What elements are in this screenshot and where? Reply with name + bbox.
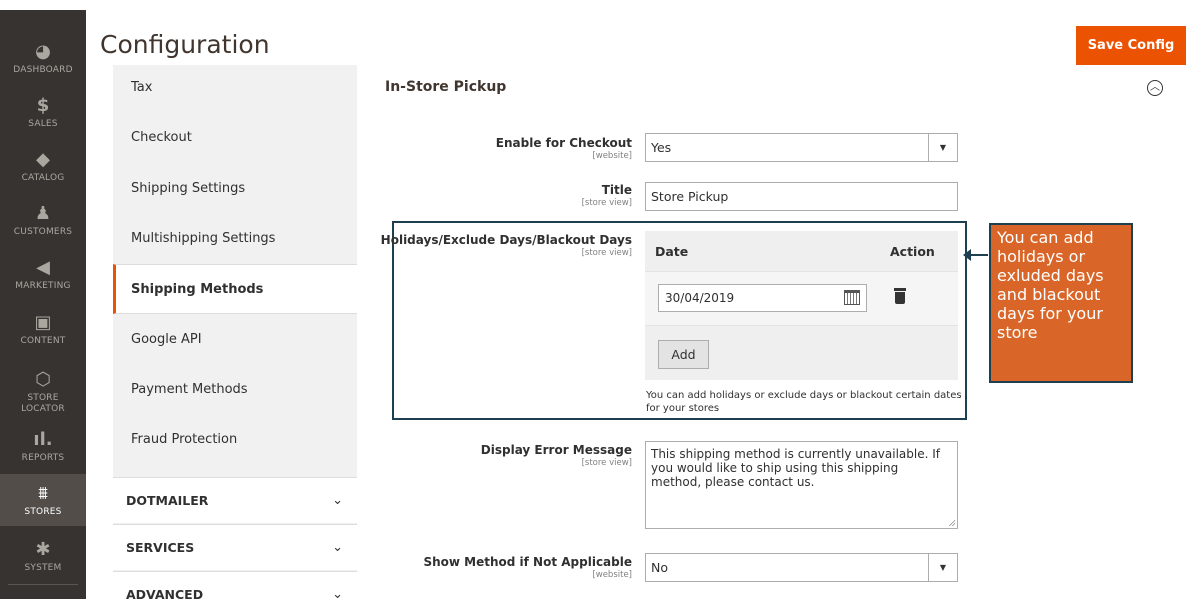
dashboard-icon: ◕ (35, 41, 51, 62)
save-config-button[interactable]: Save Config (1076, 26, 1186, 65)
nav-item-stores[interactable]: ⩩ STORES (0, 474, 86, 526)
holidays-label: Holidays/Exclude Days/Blackout Days (380, 233, 632, 247)
tab-multishipping-settings[interactable]: Multishipping Settings (113, 214, 357, 264)
title-label: Title (601, 183, 632, 197)
hexagon-icon: ⬡ (35, 369, 51, 390)
tab-tax[interactable]: Tax (113, 65, 357, 110)
scope-label: [store view] (581, 198, 632, 208)
nav-item-content[interactable]: ▣ CONTENT (0, 313, 86, 353)
error-message-label: Display Error Message (480, 443, 632, 457)
group-dotmailer[interactable]: DOTMAILER ⌄ (113, 477, 357, 523)
tab-checkout[interactable]: Checkout (113, 113, 357, 163)
scope-label: [website] (592, 570, 632, 580)
column-header-action: Action (890, 244, 935, 259)
scope-label: [website] (592, 151, 632, 161)
tab-fraud-protection[interactable]: Fraud Protection (113, 415, 357, 465)
show-method-label: Show Method if Not Applicable (423, 555, 632, 569)
content-icon: ▣ (34, 312, 52, 333)
title-input[interactable]: Store Pickup (645, 182, 958, 211)
table-row: 30/04/2019 (645, 271, 958, 326)
enable-checkout-select[interactable]: Yes ▼ (645, 133, 958, 162)
store-icon: ⩩ (38, 483, 48, 504)
dropdown-arrow-icon: ▼ (928, 554, 957, 581)
holidays-note: You can add holidays or exclude days or … (646, 390, 962, 414)
nav-item-catalog[interactable]: ◆ CATALOG (0, 150, 86, 190)
nav-item-sales[interactable]: $ SALES (0, 96, 86, 136)
nav-item-dashboard[interactable]: ◕ DASHBOARD (0, 42, 86, 82)
holidays-table: Date Action 30/04/2019 Add (645, 231, 958, 380)
collapse-icon[interactable]: ︿ (1147, 80, 1163, 96)
error-message-textarea[interactable]: This shipping method is currently unavai… (645, 441, 958, 529)
dollar-icon: $ (36, 95, 50, 116)
tab-payment-methods[interactable]: Payment Methods (113, 365, 357, 415)
group-advanced[interactable]: ADVANCED ⌄ (113, 571, 357, 599)
arrow-left-icon (963, 249, 971, 261)
calendar-icon[interactable] (844, 290, 860, 305)
page-title: Configuration (100, 30, 270, 59)
nav-item-reports[interactable]: ıl. REPORTS (0, 430, 86, 470)
date-input[interactable]: 30/04/2019 (658, 284, 867, 312)
admin-sidebar: ◕ DASHBOARD $ SALES ◆ CATALOG ♟ CUSTOMER… (0, 0, 86, 599)
chevron-down-icon: ⌄ (332, 540, 343, 555)
annotation-callout: You can add holidays or exluded days and… (989, 223, 1133, 383)
nav-item-marketing[interactable]: ◀ MARKETING (0, 258, 86, 298)
nav-item-store-locator[interactable]: ⬡ STORE LOCATOR (0, 370, 86, 418)
resize-handle-icon[interactable] (948, 519, 955, 526)
chevron-down-icon: ⌄ (332, 493, 343, 508)
column-header-date: Date (655, 244, 689, 259)
scope-label: [store view] (581, 248, 632, 258)
megaphone-icon: ◀ (36, 257, 50, 278)
nav-top-strip (0, 0, 86, 10)
config-tabs: Tax Checkout Shipping Settings Multiship… (113, 65, 357, 599)
page: ◕ DASHBOARD $ SALES ◆ CATALOG ♟ CUSTOMER… (0, 0, 1198, 599)
show-method-select[interactable]: No ▼ (645, 553, 958, 582)
trash-icon[interactable] (894, 288, 906, 305)
section-title[interactable]: In-Store Pickup (385, 79, 506, 95)
box-icon: ◆ (36, 149, 50, 170)
bar-chart-icon: ıl. (33, 429, 53, 450)
person-icon: ♟ (34, 203, 52, 224)
enable-checkout-label: Enable for Checkout (495, 136, 632, 150)
nav-item-system[interactable]: ✱ SYSTEM (0, 540, 86, 580)
group-services[interactable]: SERVICES ⌄ (113, 524, 357, 570)
gear-icon: ✱ (35, 539, 51, 560)
tab-google-api[interactable]: Google API (113, 315, 357, 365)
add-date-button[interactable]: Add (658, 340, 709, 369)
scope-label: [store view] (581, 458, 632, 468)
tab-shipping-methods[interactable]: Shipping Methods (113, 264, 357, 314)
nav-item-customers[interactable]: ♟ CUSTOMERS (0, 204, 86, 244)
nav-divider (8, 584, 78, 585)
chevron-down-icon: ⌄ (332, 587, 343, 599)
dropdown-arrow-icon: ▼ (928, 134, 957, 161)
tab-shipping-settings[interactable]: Shipping Settings (113, 164, 357, 214)
